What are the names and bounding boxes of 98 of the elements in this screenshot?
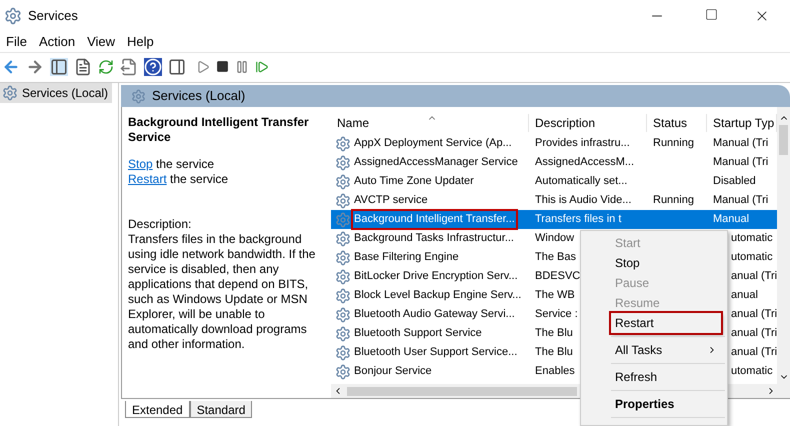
table-cell: Manual (713, 213, 750, 226)
table-cell: BDESVC (535, 270, 580, 282)
table-cell: Automatically set... (535, 175, 628, 188)
table-cell: Provides infrastru... (535, 137, 630, 150)
service-name: AVCTP service (353, 193, 429, 208)
help-icon[interactable] (144, 58, 162, 76)
table-cell: The WB (535, 289, 575, 302)
column-header[interactable]: Status (647, 114, 707, 132)
vertical-scrollbar[interactable] (777, 107, 790, 384)
service-name: Bluetooth Support Service (353, 326, 483, 342)
play-icon[interactable] (196, 60, 210, 74)
table-cell: anual (Tri (731, 346, 777, 358)
window-title: Services (28, 7, 78, 26)
table-cell: The Blu (535, 327, 573, 340)
gear-icon (2, 85, 18, 101)
table-cell: Manual (Tri (713, 137, 768, 150)
gear-icon (335, 306, 351, 322)
table-cell: utomatic (731, 365, 773, 378)
table-cell: Disabled (713, 175, 756, 188)
gear-icon (335, 268, 351, 284)
console-tree-icon[interactable] (50, 58, 68, 76)
stop-icon[interactable] (216, 60, 229, 73)
tree-item[interactable]: Services (Local) (0, 83, 112, 103)
gear-icon (335, 154, 351, 170)
table-cell: utomatic (731, 232, 773, 244)
service-name: Bluetooth User Support Service... (353, 345, 518, 360)
service-name: AppX Deployment Service (Ap... (353, 136, 513, 152)
panel-header: Services (Local) (121, 85, 790, 107)
service-name: BitLocker Drive Encryption Serv... (353, 269, 519, 284)
action-pane-icon[interactable] (168, 58, 186, 76)
table-cell: utomatic (731, 251, 773, 264)
gear-icon (335, 192, 351, 208)
gear-icon (335, 344, 351, 360)
menu-item[interactable]: Action (32, 32, 82, 52)
gear-icon (335, 326, 351, 342)
gear-icon (4, 7, 22, 25)
scroll-thumb[interactable] (347, 386, 577, 396)
table-cell: Window (535, 232, 574, 244)
gear-icon (131, 88, 146, 104)
service-name: Block Level Backup Engine Serv... (353, 288, 522, 304)
context-menu-item[interactable]: Properties (611, 394, 721, 414)
gear-icon (335, 212, 351, 228)
gear-icon (335, 288, 351, 304)
table-cell: Enables (535, 365, 575, 378)
back-icon[interactable] (2, 58, 20, 76)
menu-item[interactable]: Help (121, 32, 160, 52)
refresh-icon[interactable] (98, 58, 114, 74)
table-cell: The Bas (535, 251, 576, 264)
context-menu-item[interactable]: All Tasks (611, 340, 721, 360)
context-menu-item[interactable]: Refresh (611, 367, 721, 387)
export-icon[interactable] (120, 58, 138, 76)
view-tab[interactable]: Standard (190, 401, 252, 418)
context-menu-item[interactable]: Stop (611, 253, 721, 273)
gear-icon (335, 174, 351, 190)
description-text: Transfers files in the background using idle network bandwidth. If the service is disabled, then any applications that depend on BITS, such as Windows Update or MSN Explorer, will be unable to automatically download programs and other information. (128, 232, 316, 352)
selected-row[interactable]: Background Intelligent Transfer... Transfers files in t Manual (331, 210, 777, 229)
view-tab[interactable]: Extended (125, 401, 190, 418)
service-name: Bluetooth Audio Gateway Servi... (353, 307, 516, 322)
table-cell: This is Audio Vide... (535, 194, 632, 206)
service-name: AssignedAccessManager Service (353, 155, 519, 170)
menu-item[interactable]: View (81, 32, 122, 52)
document-icon[interactable] (74, 58, 92, 76)
table-cell: The Blu (535, 346, 573, 358)
context-menu-item[interactable]: Restart (611, 313, 721, 333)
table-cell: Running (653, 137, 694, 150)
link-caption: the service (156, 157, 214, 171)
table-cell: anual (Tri (731, 308, 777, 320)
table-cell: Running (653, 194, 694, 206)
service-name: Bonjour Service (353, 364, 433, 380)
table-cell: anual (731, 289, 758, 302)
scroll-thumb[interactable] (779, 125, 788, 155)
gear-icon (335, 230, 351, 246)
gear-icon (335, 250, 351, 266)
description-label: Description: (128, 217, 192, 232)
maximize-icon[interactable] (705, 8, 718, 21)
table-cell: Service : (535, 308, 578, 320)
gear-icon (335, 364, 351, 380)
service-name: Background Intelligent Transfer... (353, 211, 516, 228)
service-title: Background Intelligent Transfer Service (128, 115, 310, 145)
menu-item[interactable]: File (0, 32, 33, 52)
service-link[interactable]: Restart (128, 172, 167, 186)
service-name: Base Filtering Engine (353, 250, 460, 266)
link-caption: the service (170, 172, 228, 186)
column-header[interactable]: Name (331, 114, 529, 132)
service-link[interactable]: Stop (128, 157, 153, 171)
column-header[interactable]: Description (529, 114, 647, 132)
service-name: Auto Time Zone Updater (353, 174, 475, 190)
table-cell: anual (Tri (731, 327, 777, 340)
gear-icon (335, 136, 351, 152)
table-cell: AssignedAccessM... (535, 156, 634, 168)
forward-icon[interactable] (26, 58, 44, 76)
resume-icon[interactable] (255, 60, 269, 74)
table-cell: Manual (Tri (713, 156, 768, 168)
table-cell: Transfers files in t (535, 213, 622, 226)
pause-icon[interactable] (235, 60, 249, 74)
service-name: Background Tasks Infrastructur... (353, 231, 515, 246)
table-cell: anual (Tri (731, 270, 777, 282)
table-cell: Manual (Tri (713, 194, 768, 206)
